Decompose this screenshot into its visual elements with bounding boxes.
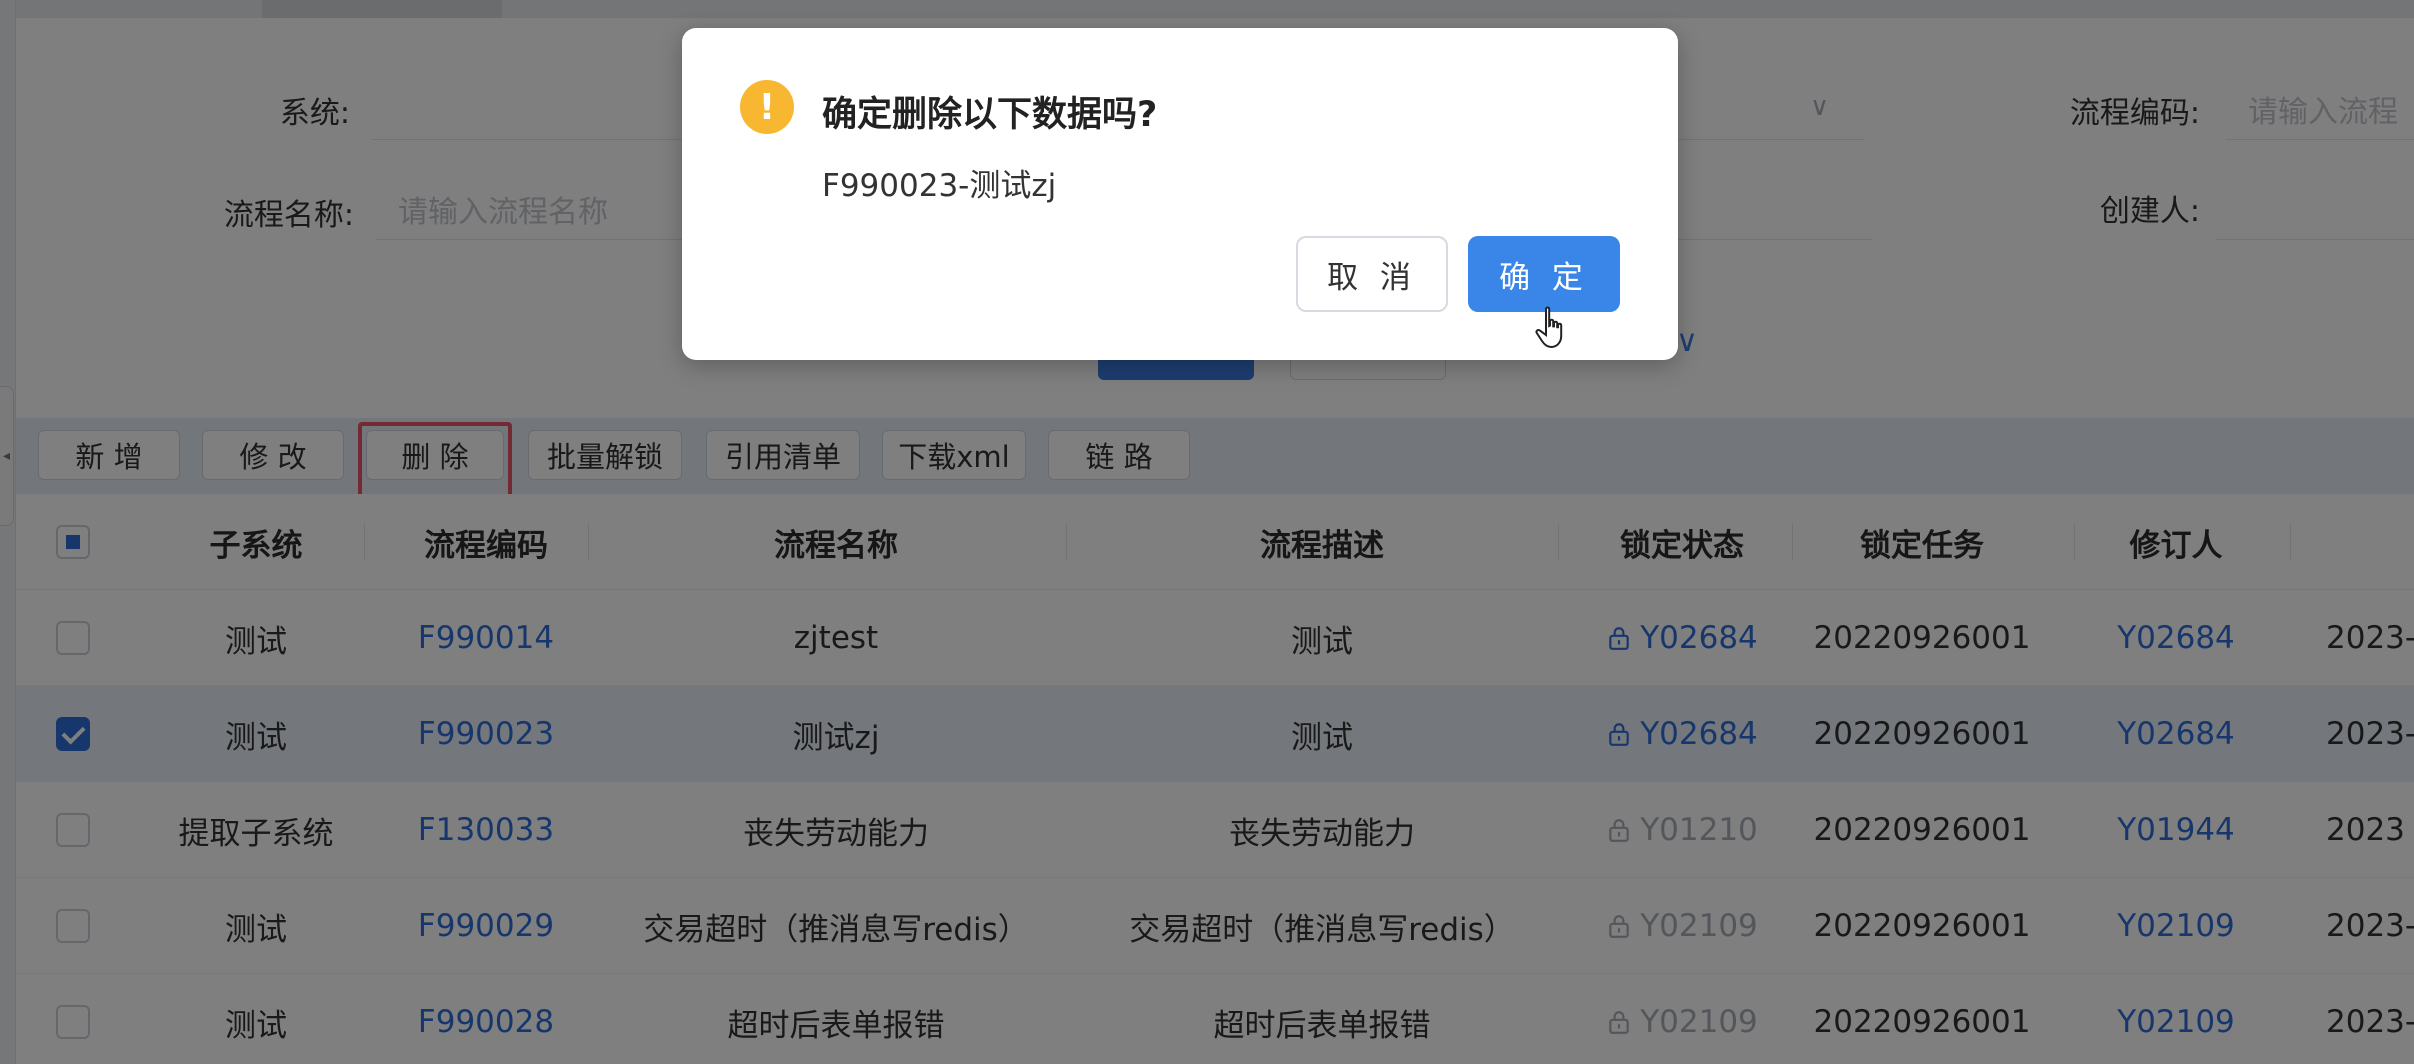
cancel-button[interactable]: 取 消 xyxy=(1296,236,1448,312)
warning-icon: ! xyxy=(740,80,794,134)
confirm-button[interactable]: 确 定 xyxy=(1468,236,1620,312)
dialog-title: 确定删除以下数据吗? xyxy=(822,95,1158,135)
hand-pointer-cursor-icon xyxy=(1535,306,1563,349)
dialog-content: F990023-测试zj xyxy=(822,168,1057,204)
confirm-delete-dialog: ! 确定删除以下数据吗? F990023-测试zj 取 消 确 定 xyxy=(682,28,1678,360)
